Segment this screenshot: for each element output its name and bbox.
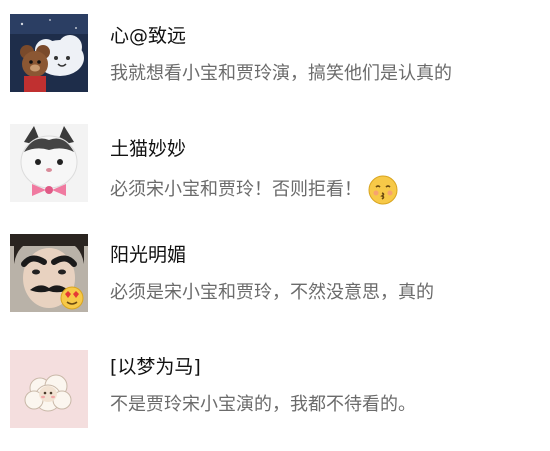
bear-cloud-avatar[interactable] xyxy=(10,14,88,92)
cat-bowtie-avatar[interactable] xyxy=(10,124,88,202)
comment-text: 必须宋小宝和贾玲！否则拒看！ xyxy=(110,179,362,200)
comment-item: 土猫妙妙 必须宋小宝和贾玲！否则拒看！ xyxy=(0,112,550,222)
comment-username[interactable]: 心@致远 xyxy=(110,27,186,46)
comment-text: 我就想看小宝和贾玲演，搞笑他们是认真的 xyxy=(110,63,452,84)
comment-username[interactable]: [以梦为马] xyxy=(110,358,201,377)
comment-text-row: 必须宋小宝和贾玲！否则拒看！ xyxy=(110,175,398,205)
comment-item: 阳光明媚 必须是宋小宝和贾玲，不然没意思，真的 xyxy=(0,222,550,334)
comment-username[interactable]: 阳光明媚 xyxy=(110,246,186,265)
kiss-face-emoji-icon xyxy=(368,175,398,205)
comment-text: 不是贾玲宋小宝演的，我都不待看的。 xyxy=(110,394,416,415)
comment-username[interactable]: 土猫妙妙 xyxy=(110,140,186,159)
mustache-face-avatar[interactable] xyxy=(10,234,88,312)
comment-item: [以梦为马] 不是贾玲宋小宝演的，我都不待看的。 xyxy=(0,334,550,451)
sheep-avatar[interactable] xyxy=(10,350,88,428)
comment-item: 心@致远 我就想看小宝和贾玲演，搞笑他们是认真的 xyxy=(0,0,550,112)
comment-text: 必须是宋小宝和贾玲，不然没意思，真的 xyxy=(110,282,434,303)
